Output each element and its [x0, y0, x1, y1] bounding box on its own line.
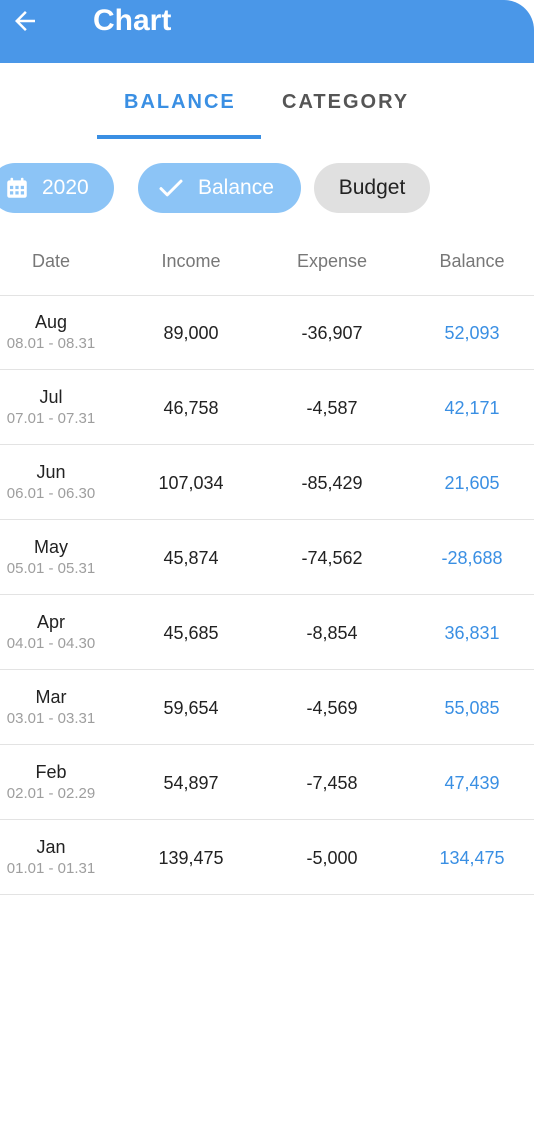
row-income: 139,475: [158, 848, 224, 868]
row-income: 54,897: [163, 773, 219, 793]
row-income: 45,874: [163, 548, 219, 568]
balance-chip-label: Balance: [198, 176, 274, 199]
row-date-range: 05.01 - 05.31: [6, 560, 96, 577]
arrow-left-icon: [15, 11, 35, 31]
column-header-income: Income: [161, 251, 221, 271]
table-row[interactable]: Jan 01.01 - 01.31 139,475 -5,000 134,475: [0, 820, 534, 895]
row-month: Feb: [35, 762, 67, 782]
row-balance: 21,605: [444, 473, 500, 493]
table-row[interactable]: Jul 07.01 - 07.31 46,758 -4,587 42,171: [0, 370, 534, 445]
check-icon: [156, 173, 186, 203]
row-balance: 42,171: [444, 398, 500, 418]
table-row[interactable]: Apr 04.01 - 04.30 45,685 -8,854 36,831: [0, 595, 534, 670]
table-header: Date Income Expense Balance: [0, 238, 534, 296]
tab-bar: BALANCE CATEGORY: [0, 63, 534, 139]
row-balance: -28,688: [441, 548, 503, 568]
budget-chip-label: Budget: [338, 176, 406, 199]
row-date-range: 06.01 - 06.30: [6, 485, 96, 502]
row-income: 46,758: [163, 398, 219, 418]
row-expense: -7,458: [306, 773, 358, 793]
row-balance: 55,085: [444, 698, 500, 718]
calendar-icon: [4, 175, 30, 201]
budget-chip[interactable]: Budget: [314, 163, 430, 213]
row-expense: -85,429: [301, 473, 363, 493]
row-expense: -5,000: [306, 848, 358, 868]
row-month: Jul: [39, 387, 63, 407]
chart-screen: Chart BALANCE CATEGORY 2020 Balance Budg…: [0, 0, 534, 1138]
row-balance: 36,831: [444, 623, 500, 643]
row-expense: -8,854: [306, 623, 358, 643]
row-expense: -4,569: [306, 698, 358, 718]
row-date-range: 04.01 - 04.30: [6, 635, 96, 652]
row-date-range: 08.01 - 08.31: [6, 335, 96, 352]
row-income: 59,654: [163, 698, 219, 718]
table-row[interactable]: May 05.01 - 05.31 45,874 -74,562 -28,688: [0, 520, 534, 595]
tab-category[interactable]: CATEGORY: [282, 89, 409, 115]
tab-indicator: [97, 135, 261, 139]
row-date-range: 01.01 - 01.31: [6, 860, 96, 877]
row-income: 45,685: [163, 623, 219, 643]
row-expense: -4,587: [306, 398, 358, 418]
row-month: Mar: [35, 687, 67, 707]
table-row[interactable]: Feb 02.01 - 02.29 54,897 -7,458 47,439: [0, 745, 534, 820]
balance-chip[interactable]: Balance: [138, 163, 301, 213]
row-balance: 47,439: [444, 773, 500, 793]
row-month: Jan: [36, 837, 66, 857]
page-title: Chart: [93, 4, 172, 37]
year-chip[interactable]: 2020: [0, 163, 114, 213]
table-row[interactable]: Aug 08.01 - 08.31 89,000 -36,907 52,093: [0, 295, 534, 370]
row-date-range: 02.01 - 02.29: [6, 785, 96, 802]
table-row[interactable]: Mar 03.01 - 03.31 59,654 -4,569 55,085: [0, 670, 534, 745]
tab-balance[interactable]: BALANCE: [124, 89, 236, 115]
row-income: 107,034: [158, 473, 224, 493]
row-expense: -74,562: [301, 548, 363, 568]
back-button[interactable]: [6, 2, 44, 40]
row-expense: -36,907: [301, 323, 363, 343]
row-date-range: 07.01 - 07.31: [6, 410, 96, 427]
row-month: May: [33, 537, 68, 557]
row-balance: 52,093: [444, 323, 500, 343]
row-month: Aug: [34, 312, 68, 332]
app-bar: Chart: [0, 0, 534, 63]
row-month: Jun: [36, 462, 66, 482]
column-header-expense: Expense: [296, 251, 368, 271]
row-income: 89,000: [163, 323, 219, 343]
row-month: Apr: [36, 612, 65, 632]
column-header-date: Date: [31, 251, 71, 271]
year-chip-label: 2020: [42, 176, 89, 199]
row-balance: 134,475: [439, 848, 505, 868]
column-header-balance: Balance: [439, 251, 505, 271]
filter-chips: 2020 Balance Budget: [0, 163, 534, 213]
table-row[interactable]: Jun 06.01 - 06.30 107,034 -85,429 21,605: [0, 445, 534, 520]
row-date-range: 03.01 - 03.31: [6, 710, 96, 727]
